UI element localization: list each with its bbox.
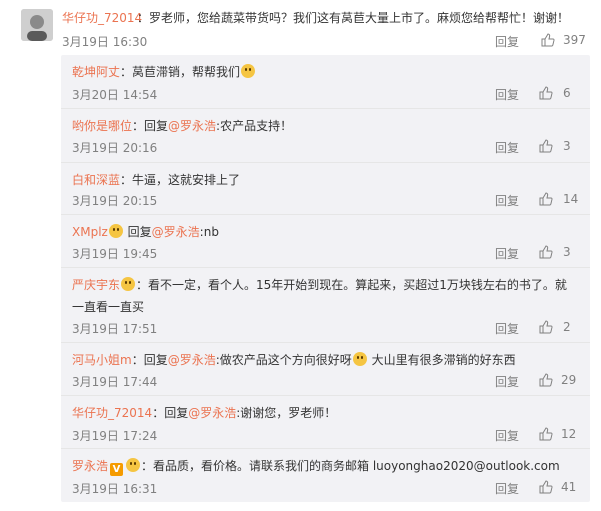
reply-date: 3月19日 17:51 — [72, 322, 158, 336]
reply-author[interactable]: 罗永浩 — [72, 459, 108, 473]
thumbs-up-icon[interactable] — [541, 33, 555, 47]
reply-list: 乾坤阿丈：莴苣滞销，帮帮我们 3月20日 14:54 回复 6 哟你是哪位：回复… — [61, 55, 590, 502]
reply-text: 大山里有很多滞销的好东西 — [367, 353, 516, 367]
mention-link[interactable]: @罗永浩 — [188, 406, 236, 420]
like-count: 6 — [563, 86, 571, 100]
reply-button[interactable]: 回复 — [495, 86, 519, 103]
verified-badge-icon: V — [110, 463, 124, 476]
reply-button[interactable]: 回复 — [495, 192, 519, 209]
thumbs-up-icon[interactable] — [539, 245, 553, 259]
reply-button[interactable]: 回复 — [495, 427, 519, 444]
emoji-icon — [241, 64, 256, 78]
like-count: 41 — [561, 480, 577, 494]
reply-button[interactable]: 回复 — [495, 480, 519, 497]
reply-text: ：回复 — [152, 406, 189, 420]
reply-text: :谢谢您，罗老师！ — [236, 406, 337, 420]
reply-item: 罗永浩 V ：看品质，看价格。请联系我们的商务邮箱 luoyonghao2020@o… — [61, 449, 590, 502]
emoji-icon — [121, 277, 136, 291]
reply-text: ：看不一定，看个人。15年开始到现在。算起来，买超过1万块钱左右的书了。就 — [136, 278, 567, 292]
reply-item: XMplz 回复@罗永浩:nb 3月19日 19:45 回复 3 — [61, 215, 590, 268]
reply-item: 河马小姐m：回复@罗永浩:做农产品这个方向很好呀 大山里有很多滞销的好东西 3月… — [61, 343, 590, 396]
mention-link[interactable]: @罗永浩 — [168, 353, 216, 367]
like-count: 3 — [563, 139, 571, 153]
comment-text: ：罗老师，您给蔬菜带货吗？我们这有莴苣大量上市了。麻烦您给帮帮忙！谢谢！ — [137, 11, 570, 25]
reply-date: 3月19日 20:16 — [72, 141, 158, 155]
reply-date: 3月19日 17:44 — [72, 375, 158, 389]
reply-item: 乾坤阿丈：莴苣滞销，帮帮我们 3月20日 14:54 回复 6 — [61, 55, 590, 109]
reply-button[interactable]: 回复 — [495, 373, 519, 390]
like-count: 29 — [561, 373, 577, 387]
comment-author[interactable]: 华仔功_72014 — [62, 9, 142, 26]
mention-link[interactable]: @罗永浩 — [152, 225, 200, 239]
thumbs-up-icon[interactable] — [539, 320, 553, 334]
reply-item: 哟你是哪位：回复@罗永浩:农产品支持！ 3月19日 20:16 回复 3 — [61, 109, 590, 163]
like-count: 397 — [563, 33, 586, 47]
reply-author[interactable]: 白和深蓝 — [72, 173, 120, 187]
reply-text: ：回复 — [132, 119, 169, 133]
reply-author[interactable]: XMplz — [72, 225, 108, 239]
emoji-icon — [126, 458, 141, 472]
reply-author[interactable]: 严庆宇东 — [72, 278, 120, 292]
like-count: 14 — [563, 192, 579, 206]
like-count: 12 — [561, 427, 577, 441]
reply-date: 3月20日 14:54 — [72, 88, 158, 102]
comment-thread: 华仔功_72014 ：罗老师，您给蔬菜带货吗？我们这有莴苣大量上市了。麻烦您给帮… — [0, 0, 601, 511]
reply-date: 3月19日 17:24 — [72, 429, 158, 443]
reply-text: ：牛逼，这就安排上了 — [120, 173, 241, 187]
thumbs-up-icon[interactable] — [539, 192, 553, 206]
reply-author[interactable]: 乾坤阿丈 — [72, 65, 120, 79]
thumbs-up-icon[interactable] — [539, 427, 553, 441]
like-count: 2 — [563, 320, 571, 334]
comment-date: 3月19日 16:30 — [62, 35, 148, 49]
reply-button[interactable]: 回复 — [495, 320, 519, 337]
reply-item: 严庆宇东 ：看不一定，看个人。15年开始到现在。算起来，买超过1万块钱左右的书了。… — [61, 268, 590, 343]
reply-text: 回复 — [123, 225, 152, 239]
reply-text-continued: 一直看一直买 — [72, 300, 145, 314]
reply-text: ：莴苣滞销，帮帮我们 — [120, 65, 241, 79]
thumbs-up-icon[interactable] — [539, 86, 553, 100]
reply-date: 3月19日 20:15 — [72, 194, 158, 208]
reply-date: 3月19日 16:31 — [72, 482, 158, 496]
reply-item: 华仔功_72014：回复@罗永浩:谢谢您，罗老师！ 3月19日 17:24 回复… — [61, 396, 590, 449]
reply-button[interactable]: 回复 — [495, 245, 519, 262]
reply-author[interactable]: 哟你是哪位 — [72, 119, 132, 133]
reply-text: ：回复 — [131, 353, 168, 367]
thumbs-up-icon[interactable] — [539, 480, 553, 494]
reply-text: :农产品支持！ — [216, 119, 293, 133]
like-count: 3 — [563, 245, 571, 259]
thumbs-up-icon[interactable] — [539, 139, 553, 153]
reply-text: :nb — [199, 225, 219, 239]
emoji-icon — [108, 224, 123, 238]
thumbs-up-icon[interactable] — [539, 373, 553, 387]
reply-author[interactable]: 华仔功_72014 — [72, 406, 152, 420]
reply-button[interactable]: 回复 — [495, 139, 519, 156]
reply-button[interactable]: 回复 — [495, 33, 519, 50]
reply-item: 白和深蓝：牛逼，这就安排上了 3月19日 20:15 回复 14 — [61, 163, 590, 215]
reply-date: 3月19日 19:45 — [72, 247, 158, 261]
reply-author[interactable]: 河马小姐m — [72, 353, 132, 367]
reply-text: :做农产品这个方向很好呀 — [215, 353, 352, 367]
avatar[interactable] — [21, 9, 53, 41]
emoji-icon — [352, 352, 367, 366]
mention-link[interactable]: @罗永浩 — [168, 119, 216, 133]
reply-text: ：看品质，看价格。请联系我们的商务邮箱 luoyonghao2020@outlo… — [141, 459, 560, 473]
